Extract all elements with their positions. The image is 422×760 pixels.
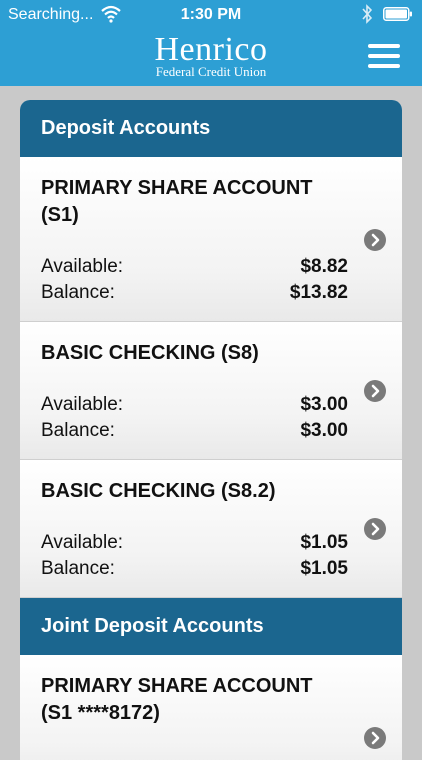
- account-name: BASIC CHECKING (S8.2): [41, 478, 341, 505]
- balance-label: Balance:: [41, 558, 115, 579]
- account-name-line2: (S1 ****8172): [41, 702, 160, 724]
- account-name-line1: PRIMARY SHARE ACCOUNT: [41, 177, 313, 199]
- available-label: Available:: [41, 256, 124, 277]
- balance-label: Balance:: [41, 420, 115, 441]
- account-row-primary-share[interactable]: PRIMARY SHARE ACCOUNT (S1) Available: $8…: [20, 157, 402, 322]
- account-name-line1: PRIMARY SHARE ACCOUNT: [41, 675, 313, 697]
- balance-value: $3.00: [300, 420, 348, 441]
- available-value: $8.82: [300, 256, 348, 277]
- balance-value: $1.05: [300, 558, 348, 579]
- brand-subtitle: Federal Credit Union: [155, 64, 267, 79]
- available-row: Available: $1.05: [41, 530, 348, 556]
- available-value: $3.00: [300, 394, 348, 415]
- account-name: PRIMARY SHARE ACCOUNT (S1): [41, 175, 341, 229]
- accounts-card: Deposit Accounts PRIMARY SHARE ACCOUNT (…: [20, 100, 402, 760]
- account-name-line1: BASIC CHECKING (S8): [41, 342, 259, 364]
- app-header: Searching... 1:30 PM Henrico Federal Cre…: [0, 0, 422, 86]
- account-name: PRIMARY SHARE ACCOUNT (S1 ****8172): [41, 673, 341, 727]
- chevron-right-icon[interactable]: [364, 518, 386, 540]
- chevron-right-icon[interactable]: [364, 229, 386, 251]
- balance-value: $13.82: [289, 282, 348, 303]
- deposit-accounts-header: Deposit Accounts: [20, 100, 402, 157]
- available-value: $1.05: [300, 532, 348, 553]
- account-row-joint-primary-share[interactable]: PRIMARY SHARE ACCOUNT (S1 ****8172): [20, 655, 402, 760]
- account-row-basic-checking-s8[interactable]: BASIC CHECKING (S8) Available: $3.00 Bal…: [20, 322, 402, 460]
- joint-deposit-accounts-header: Joint Deposit Accounts: [20, 598, 402, 655]
- available-label: Available:: [41, 532, 124, 553]
- menu-bar: [368, 54, 400, 58]
- menu-bar: [368, 44, 400, 48]
- balance-row: Balance: $1.05: [41, 556, 348, 582]
- brand-name: Henrico: [154, 31, 268, 68]
- account-row-basic-checking-s8-2[interactable]: BASIC CHECKING (S8.2) Available: $1.05 B…: [20, 460, 402, 598]
- menu-bar: [368, 64, 400, 68]
- status-bar: Searching... 1:30 PM: [0, 0, 422, 30]
- clock-time: 1:30 PM: [180, 6, 242, 23]
- brand-logo: Henrico Federal Credit Union: [0, 31, 422, 79]
- chevron-right-icon[interactable]: [364, 727, 386, 749]
- account-name-line2: (S1): [41, 204, 79, 226]
- available-row: Available: $8.82: [41, 254, 348, 280]
- available-row: Available: $3.00: [41, 392, 348, 418]
- account-name: BASIC CHECKING (S8): [41, 340, 341, 367]
- chevron-right-icon[interactable]: [364, 380, 386, 402]
- balance-row: Balance: $13.82: [41, 280, 348, 306]
- balance-label: Balance:: [41, 282, 115, 303]
- available-label: Available:: [41, 394, 124, 415]
- hamburger-menu-icon[interactable]: [368, 44, 400, 68]
- battery-icon: [383, 7, 412, 21]
- bluetooth-icon: [362, 4, 373, 24]
- account-name-line1: BASIC CHECKING (S8.2): [41, 480, 276, 502]
- balance-row: Balance: $3.00: [41, 418, 348, 444]
